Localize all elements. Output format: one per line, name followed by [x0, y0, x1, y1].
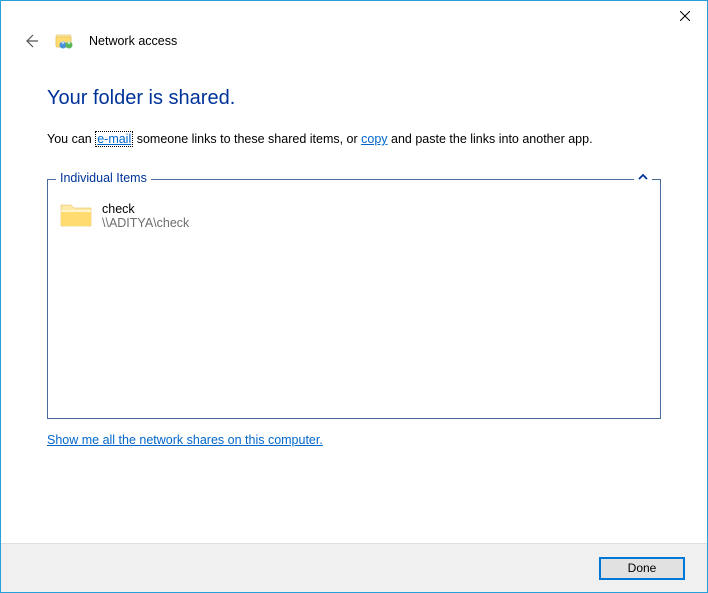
network-access-icon: [55, 31, 75, 51]
close-button[interactable]: [662, 1, 707, 30]
close-icon: [680, 11, 690, 21]
individual-items-group: Individual Items check \\ADITYA\check: [47, 179, 661, 419]
header-row: Network access: [1, 27, 707, 55]
show-all-shares: Show me all the network shares on this c…: [47, 433, 661, 447]
body-part1: You can: [47, 132, 95, 146]
copy-link[interactable]: copy: [361, 132, 387, 146]
fieldset-legend: Individual Items: [56, 171, 151, 185]
window-title: Network access: [89, 34, 177, 48]
back-arrow-icon: [23, 33, 39, 49]
body-text: You can e-mail someone links to these sh…: [47, 130, 661, 149]
email-link[interactable]: e-mail: [95, 131, 133, 147]
body-part3: and paste the links into another app.: [388, 132, 593, 146]
done-button[interactable]: Done: [599, 557, 685, 580]
chevron-up-icon: [638, 172, 648, 182]
show-all-link[interactable]: Show me all the network shares on this c…: [47, 433, 323, 447]
item-path: \\ADITYA\check: [102, 216, 189, 230]
footer: Done: [1, 543, 707, 592]
back-button[interactable]: [21, 31, 41, 51]
collapse-button[interactable]: [634, 171, 652, 185]
item-name: check: [102, 202, 189, 216]
main-heading: Your folder is shared.: [47, 87, 661, 110]
item-text: check \\ADITYA\check: [102, 202, 189, 230]
body-part2: someone links to these shared items, or: [133, 132, 361, 146]
content-area: Your folder is shared. You can e-mail so…: [1, 55, 707, 447]
folder-icon: [60, 202, 92, 228]
shared-item[interactable]: check \\ADITYA\check: [48, 180, 660, 230]
